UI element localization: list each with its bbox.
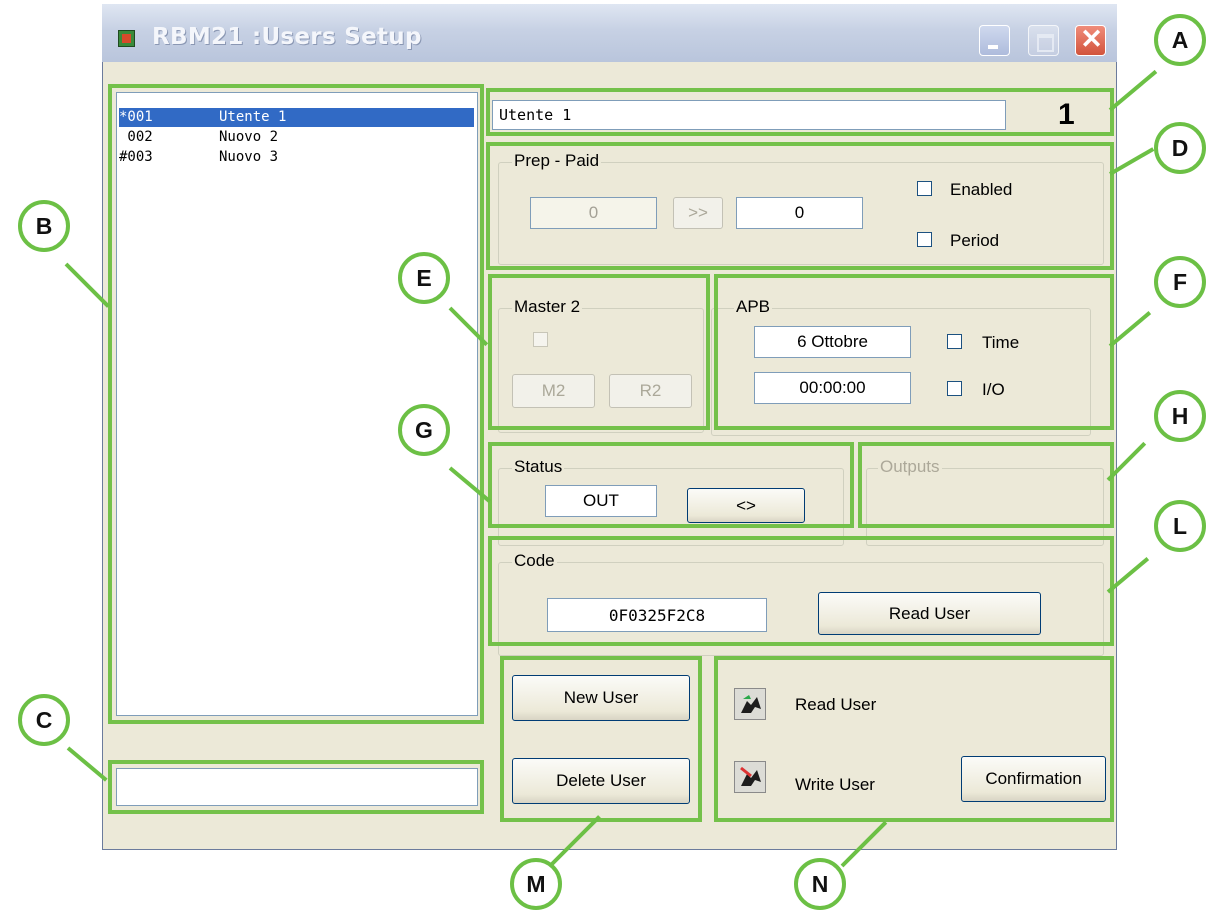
- callout-a: A: [1154, 14, 1206, 66]
- callout-frame-n: [714, 656, 1114, 822]
- callout-m: M: [510, 858, 562, 910]
- callout-e: E: [398, 252, 450, 304]
- callout-frame-g: [488, 442, 854, 528]
- callout-f: F: [1154, 256, 1206, 308]
- close-button[interactable]: ✕: [1075, 24, 1106, 56]
- callout-frame-c: [108, 760, 484, 814]
- window-title: RBM21 :Users Setup: [152, 24, 422, 50]
- app-icon: [118, 30, 135, 47]
- callout-frame-e: [488, 274, 710, 430]
- callout-frame-m: [500, 656, 702, 822]
- callout-frame-f: [714, 274, 1114, 430]
- callout-g: G: [398, 404, 450, 456]
- close-icon: ✕: [1080, 24, 1103, 54]
- callout-b: B: [18, 200, 70, 252]
- maximize-icon: [1037, 34, 1054, 52]
- minimize-button[interactable]: [979, 25, 1010, 56]
- maximize-button[interactable]: [1028, 25, 1059, 56]
- callout-h: H: [1154, 390, 1206, 442]
- callout-frame-l: [488, 536, 1114, 646]
- minimize-icon: [988, 45, 998, 49]
- callout-n: N: [794, 858, 846, 910]
- callout-frame-d: [486, 142, 1114, 270]
- callout-frame-h: [858, 442, 1114, 528]
- callout-l: L: [1154, 500, 1206, 552]
- callout-c: C: [18, 694, 70, 746]
- callout-frame-a: [486, 88, 1114, 136]
- callout-d: D: [1154, 122, 1206, 174]
